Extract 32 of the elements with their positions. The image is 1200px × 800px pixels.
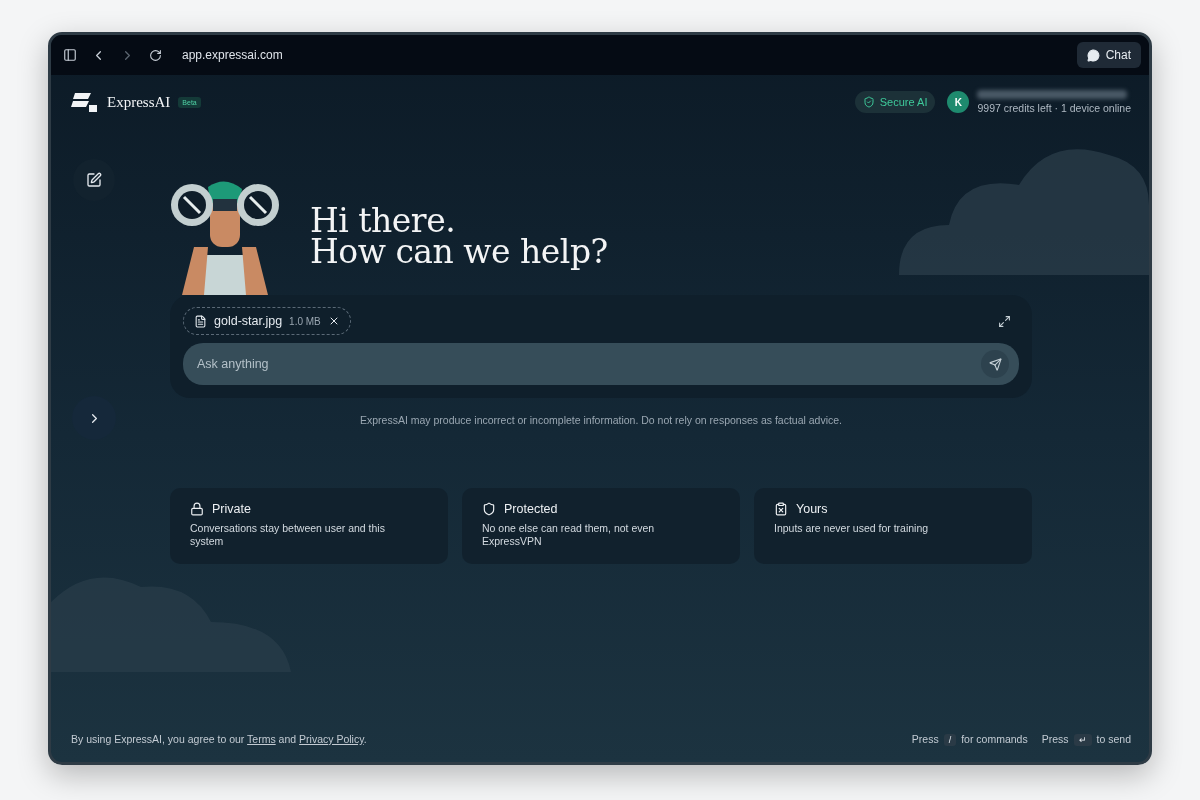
privacy-link[interactable]: Privacy Policy	[299, 733, 364, 745]
brand-name: ExpressAI	[107, 93, 171, 111]
sidebar-icon[interactable]	[63, 48, 77, 62]
shortcut-hint: Press / for commands	[911, 732, 1028, 746]
shield-icon	[482, 502, 496, 516]
shortcut-hint: Press ↵ to send	[1041, 732, 1131, 746]
legal-text: By using ExpressAI, you agree to our Terms and Privacy Policy.	[71, 733, 367, 745]
card-title: Yours	[796, 502, 828, 516]
file-icon	[194, 314, 207, 328]
card-title: Private	[212, 502, 251, 516]
pencil-square-icon	[86, 172, 102, 188]
chat-bubble-icon	[1086, 48, 1100, 62]
reload-icon[interactable]	[149, 48, 162, 62]
terms-link[interactable]: Terms	[247, 733, 276, 745]
disclaimer-text: ExpressAI may produce incorrect or incomplete information. Do not rely on responses as factual advice.	[358, 414, 844, 426]
credits-text: 9997 credits left · 1 device online	[977, 102, 1131, 114]
avatar[interactable]: K	[947, 91, 970, 113]
logo-icon	[71, 91, 99, 113]
file-size: 1.0 MB	[289, 315, 321, 327]
send-icon	[988, 357, 1002, 371]
secure-badge: Secure AI	[854, 91, 936, 113]
card-text: Conversations stay between user and this system	[190, 522, 386, 548]
card-text: Inputs are never used for training	[774, 522, 930, 535]
clipboard-icon	[774, 502, 788, 516]
lock-icon	[190, 502, 204, 516]
card-title: Protected	[504, 502, 558, 516]
message-input[interactable]: Ask anything	[183, 343, 1019, 385]
chat-button[interactable]: Chat	[1076, 42, 1141, 68]
url-text[interactable]: app.expressai.com	[182, 48, 1063, 62]
card-text: No one else can read them, not even ExpressVPN	[482, 522, 656, 548]
file-name: gold-star.jpg	[214, 314, 283, 328]
expand-icon[interactable]	[998, 314, 1011, 328]
